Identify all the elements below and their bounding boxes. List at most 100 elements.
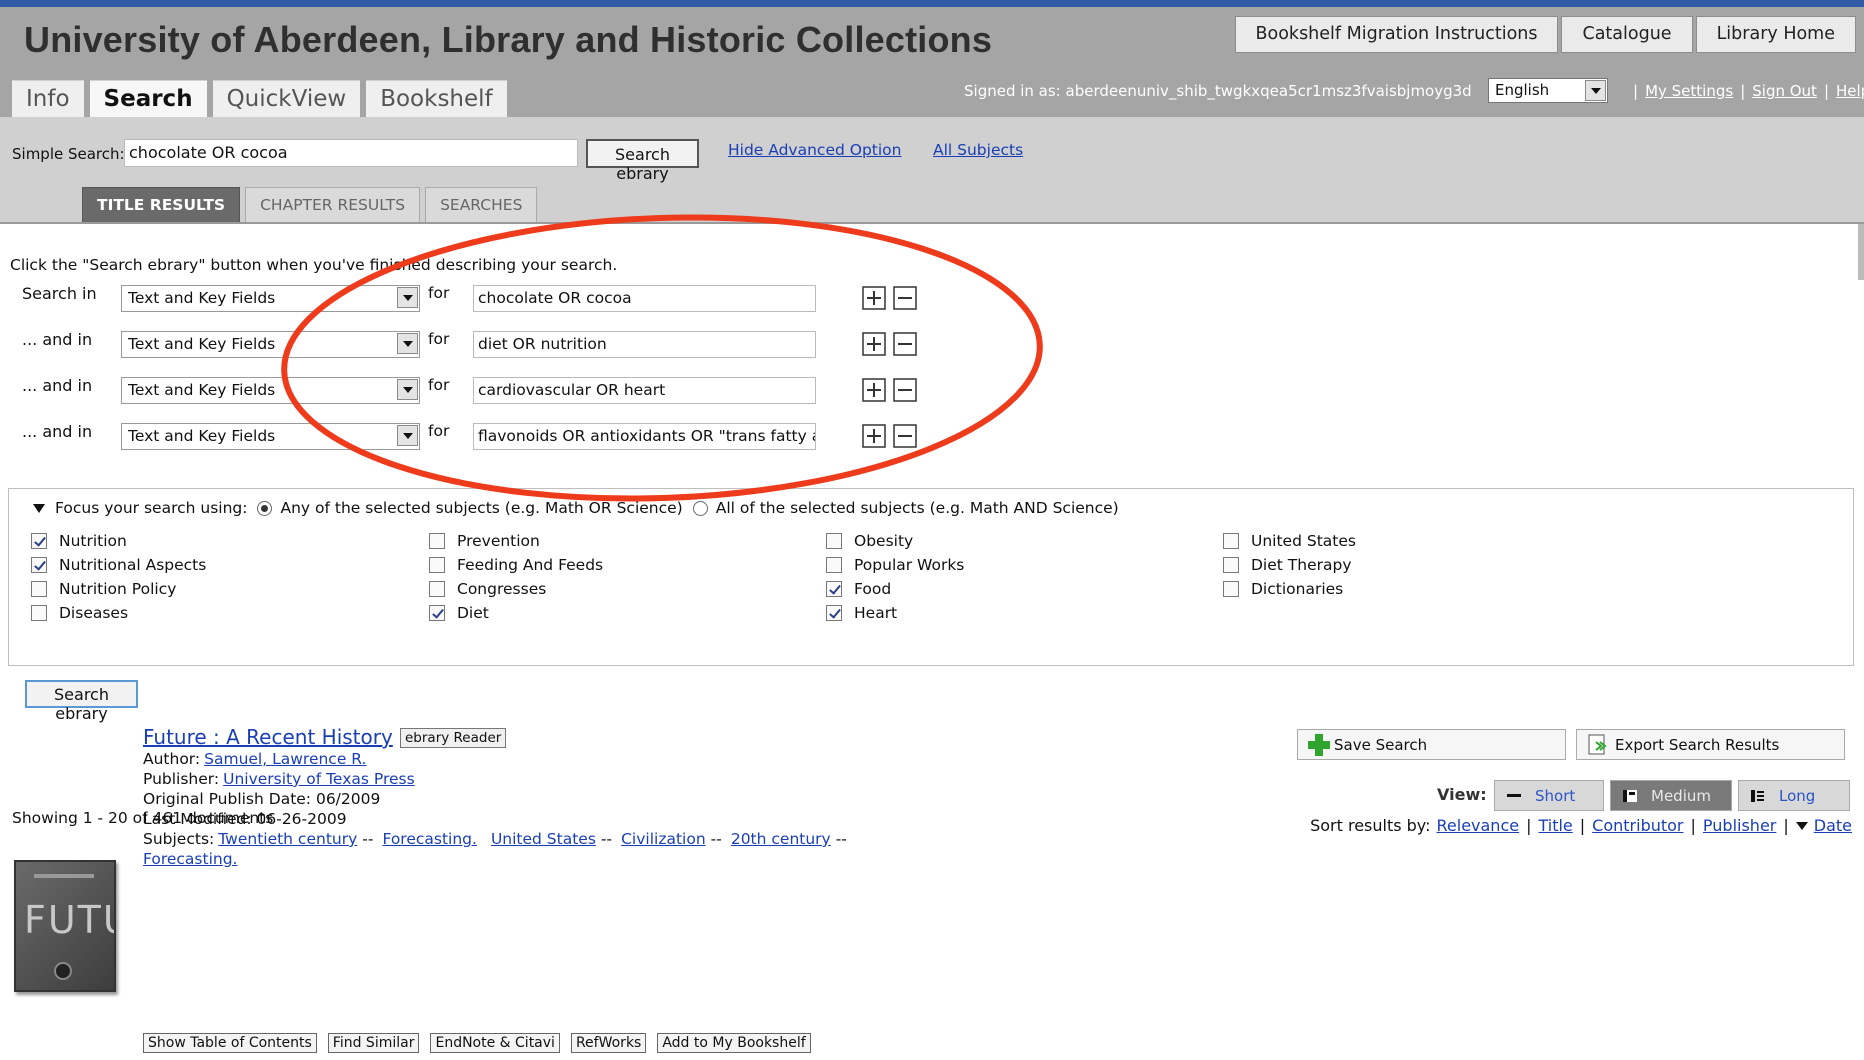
my-settings-link[interactable]: My Settings bbox=[1645, 82, 1733, 100]
subject-link[interactable]: United States bbox=[491, 830, 596, 848]
term-input[interactable]: diet OR nutrition bbox=[473, 331, 816, 358]
sort-date-link[interactable]: Date bbox=[1814, 816, 1852, 835]
bookshelf-migration-button[interactable]: Bookshelf Migration Instructions bbox=[1234, 16, 1559, 53]
subject-link[interactable]: Twentieth century bbox=[218, 830, 357, 848]
refworks-button[interactable]: RefWorks bbox=[570, 1033, 647, 1053]
tab-bookshelf[interactable]: Bookshelf bbox=[366, 80, 507, 117]
tab-chapter-results[interactable]: CHAPTER RESULTS bbox=[245, 187, 421, 222]
catalogue-button[interactable]: Catalogue bbox=[1561, 16, 1693, 53]
subject-checkbox-item[interactable]: Diet bbox=[429, 602, 489, 624]
chevron-down-icon[interactable] bbox=[397, 287, 418, 308]
subject-checkbox[interactable] bbox=[429, 557, 445, 573]
subject-checkbox[interactable] bbox=[429, 581, 445, 597]
book-cover-thumbnail[interactable]: FUTU bbox=[14, 860, 116, 992]
subject-checkbox[interactable] bbox=[31, 605, 47, 621]
subject-checkbox[interactable] bbox=[826, 533, 842, 549]
subject-checkbox-item[interactable]: Nutritional Aspects bbox=[31, 554, 206, 576]
book-title-link[interactable]: Future : A Recent History bbox=[143, 725, 393, 749]
sort-relevance-link[interactable]: Relevance bbox=[1437, 816, 1520, 835]
show-toc-button[interactable]: Show Table of Contents bbox=[143, 1033, 317, 1053]
subject-checkbox-item[interactable]: Feeding And Feeds bbox=[429, 554, 603, 576]
chevron-down-icon[interactable] bbox=[397, 333, 418, 354]
collapse-triangle-icon[interactable] bbox=[33, 503, 45, 513]
add-row-icon[interactable] bbox=[862, 378, 886, 402]
subject-checkbox-item[interactable]: Popular Works bbox=[826, 554, 964, 576]
tab-search[interactable]: Search bbox=[89, 80, 207, 117]
field-select[interactable]: Text and Key Fields bbox=[121, 423, 420, 450]
subject-checkbox[interactable] bbox=[826, 605, 842, 621]
subject-checkbox-item[interactable]: Nutrition Policy bbox=[31, 578, 176, 600]
subject-checkbox[interactable] bbox=[1223, 557, 1239, 573]
view-short-button[interactable]: Short bbox=[1494, 780, 1604, 811]
term-input[interactable]: flavonoids OR antioxidants OR "trans fat… bbox=[473, 423, 816, 450]
simple-search-button[interactable]: Search ebrary bbox=[586, 139, 699, 183]
remove-row-icon[interactable] bbox=[893, 286, 917, 310]
subject-checkbox[interactable] bbox=[1223, 533, 1239, 549]
endnote-citavi-button[interactable]: EndNote & Citavi bbox=[430, 1033, 560, 1053]
add-row-icon[interactable] bbox=[862, 332, 886, 356]
sign-out-link[interactable]: Sign Out bbox=[1752, 82, 1817, 100]
subject-checkbox[interactable] bbox=[826, 557, 842, 573]
subject-link[interactable]: Forecasting. bbox=[382, 830, 476, 848]
subject-checkbox[interactable] bbox=[429, 533, 445, 549]
radio-any[interactable] bbox=[257, 500, 273, 516]
find-similar-button[interactable]: Find Similar bbox=[327, 1033, 420, 1053]
subject-link[interactable]: 20th century bbox=[731, 830, 831, 848]
subject-checkbox[interactable] bbox=[31, 557, 47, 573]
field-select[interactable]: Text and Key Fields bbox=[121, 377, 420, 404]
sort-contributor-link[interactable]: Contributor bbox=[1592, 816, 1683, 835]
subject-checkbox[interactable] bbox=[1223, 581, 1239, 597]
subject-checkbox-item[interactable]: Diseases bbox=[31, 602, 128, 624]
chevron-down-icon[interactable] bbox=[1585, 80, 1606, 101]
subject-checkbox-item[interactable]: Diet Therapy bbox=[1223, 554, 1352, 576]
radio-all[interactable] bbox=[692, 500, 708, 516]
publisher-link[interactable]: University of Texas Press bbox=[223, 770, 415, 788]
term-input[interactable]: chocolate OR cocoa bbox=[473, 285, 816, 312]
author-link[interactable]: Samuel, Lawrence R. bbox=[204, 750, 366, 768]
subject-checkbox-item[interactable]: Dictionaries bbox=[1223, 578, 1343, 600]
view-medium-button[interactable]: Medium bbox=[1610, 780, 1732, 811]
field-select[interactable]: Text and Key Fields bbox=[121, 331, 420, 358]
view-long-button[interactable]: Long bbox=[1738, 780, 1850, 811]
sort-publisher-link[interactable]: Publisher bbox=[1703, 816, 1776, 835]
add-row-icon[interactable] bbox=[862, 286, 886, 310]
subject-checkbox-item[interactable]: Obesity bbox=[826, 530, 913, 552]
subject-checkbox[interactable] bbox=[429, 605, 445, 621]
library-home-button[interactable]: Library Home bbox=[1695, 16, 1856, 53]
search-ebrary-button[interactable]: Search ebrary bbox=[25, 680, 138, 723]
subject-checkbox-item[interactable]: Food bbox=[826, 578, 891, 600]
subject-checkbox-item[interactable]: United States bbox=[1223, 530, 1356, 552]
chevron-down-icon[interactable] bbox=[397, 379, 418, 400]
subject-checkbox-item[interactable]: Prevention bbox=[429, 530, 540, 552]
tab-quickview[interactable]: QuickView bbox=[212, 80, 361, 117]
add-row-icon[interactable] bbox=[862, 424, 886, 448]
all-subjects-link[interactable]: All Subjects bbox=[933, 141, 1023, 159]
subject-checkbox-item[interactable]: Congresses bbox=[429, 578, 546, 600]
tab-searches[interactable]: SEARCHES bbox=[425, 187, 538, 222]
simple-search-input[interactable]: chocolate OR cocoa bbox=[124, 139, 578, 167]
tab-info[interactable]: Info bbox=[12, 80, 84, 117]
tab-title-results[interactable]: TITLE RESULTS bbox=[82, 187, 241, 222]
subject-link[interactable]: Civilization bbox=[621, 830, 706, 848]
hide-advanced-link[interactable]: Hide Advanced Option bbox=[728, 141, 901, 159]
language-select[interactable]: English bbox=[1488, 78, 1608, 103]
subject-label: Heart bbox=[854, 604, 898, 622]
subject-checkbox[interactable] bbox=[826, 581, 842, 597]
field-select[interactable]: Text and Key Fields bbox=[121, 285, 420, 312]
subject-checkbox[interactable] bbox=[31, 533, 47, 549]
add-to-bookshelf-button[interactable]: Add to My Bookshelf bbox=[657, 1033, 811, 1053]
remove-row-icon[interactable] bbox=[893, 424, 917, 448]
export-results-button[interactable]: Export Search Results bbox=[1576, 729, 1845, 760]
subject-checkbox-item[interactable]: Nutrition bbox=[31, 530, 127, 552]
save-search-button[interactable]: Save Search bbox=[1297, 729, 1566, 760]
ebrary-reader-badge[interactable]: ebrary Reader bbox=[400, 728, 507, 748]
sort-title-link[interactable]: Title bbox=[1538, 816, 1572, 835]
subject-checkbox[interactable] bbox=[31, 581, 47, 597]
remove-row-icon[interactable] bbox=[893, 378, 917, 402]
subject-checkbox-item[interactable]: Heart bbox=[826, 602, 897, 624]
remove-row-icon[interactable] bbox=[893, 332, 917, 356]
term-input[interactable]: cardiovascular OR heart bbox=[473, 377, 816, 404]
subject-link[interactable]: Forecasting. bbox=[143, 850, 237, 868]
help-link[interactable]: Help bbox=[1836, 82, 1864, 100]
chevron-down-icon[interactable] bbox=[397, 425, 418, 446]
